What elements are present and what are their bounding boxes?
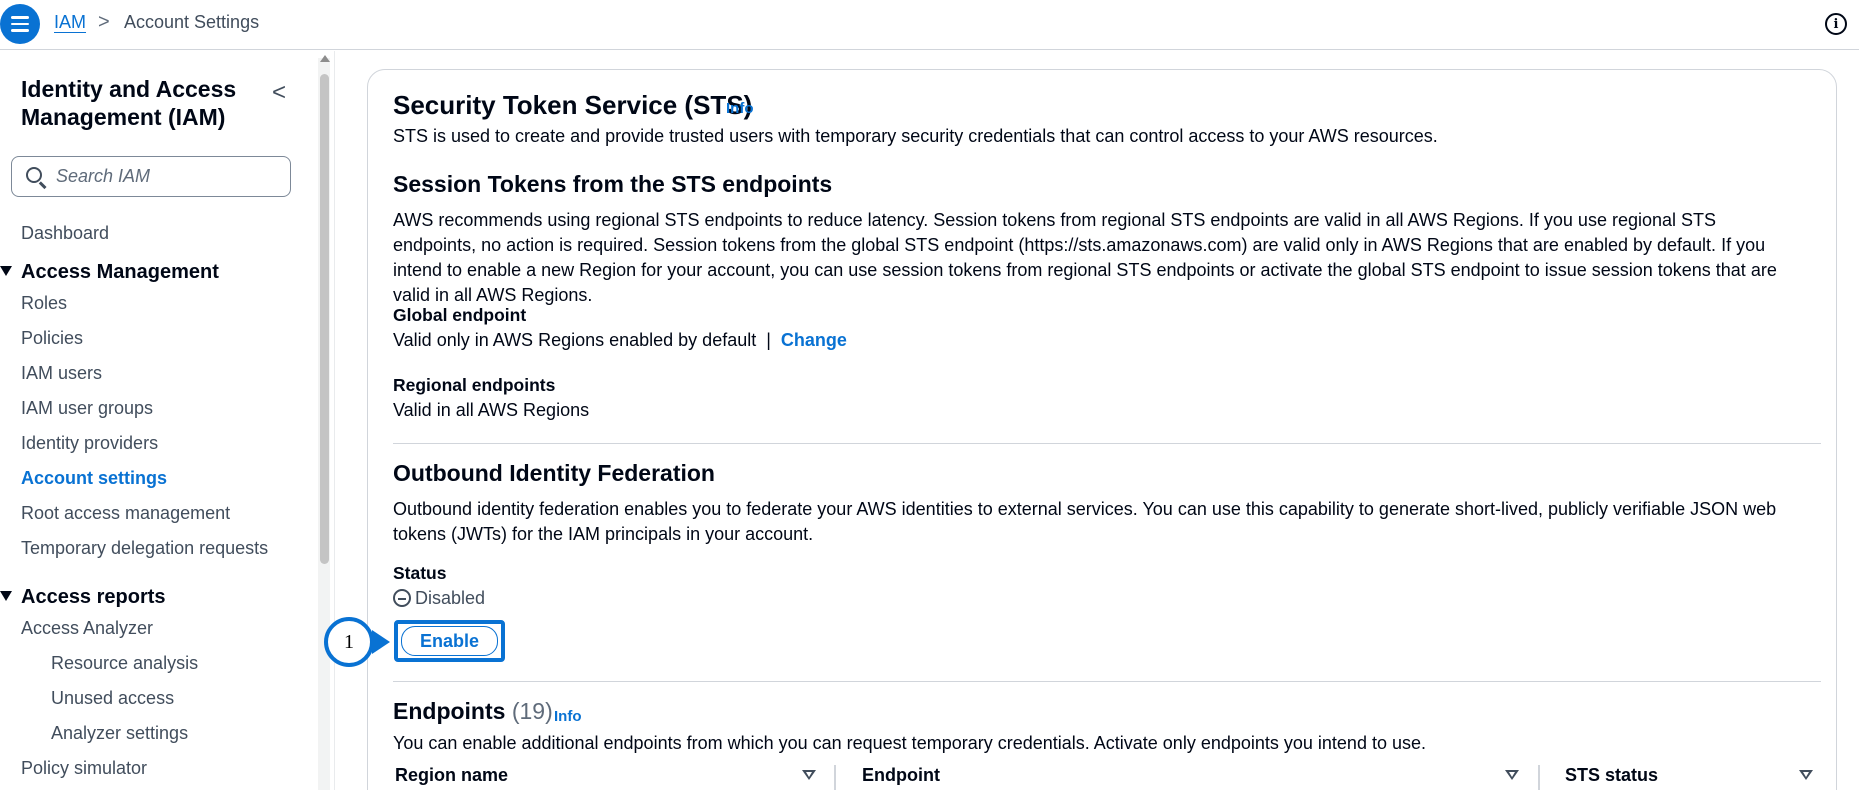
sidebar-item-iam-users[interactable]: IAM users <box>21 363 102 384</box>
sts-description: STS is used to create and provide truste… <box>393 126 1438 146</box>
sidebar-item-policy-simulator[interactable]: Policy simulator <box>21 758 147 779</box>
outbound-title: Outbound Identity Federation <box>393 460 715 486</box>
callout-arrow-icon <box>372 630 390 654</box>
sts-info-link[interactable]: Info <box>726 100 754 117</box>
sidebar-item-access-analyzer[interactable]: Access Analyzer <box>21 618 153 639</box>
breadcrumb-current: Account Settings <box>124 12 260 32</box>
endpoints-title: Endpoints (19) <box>393 698 553 724</box>
session-tokens-description: AWS recommends using regional STS endpoi… <box>393 210 1777 305</box>
column-divider[interactable] <box>834 765 836 790</box>
section-divider <box>393 443 1821 444</box>
global-endpoint-label: Global endpoint <box>393 305 527 325</box>
column-header-sts-status[interactable]: STS status <box>1565 765 1658 786</box>
sidebar-item-identity-providers[interactable]: Identity providers <box>21 433 158 454</box>
chevron-right-icon: > <box>98 11 110 33</box>
disabled-status-icon <box>393 589 411 607</box>
status-value: Disabled <box>393 588 485 609</box>
collapse-sidebar-icon[interactable]: < <box>272 79 286 107</box>
sort-icon[interactable] <box>1505 770 1519 780</box>
sidebar-scrollbar-thumb[interactable] <box>320 74 329 564</box>
sidebar-item-temporary-delegation-requests[interactable]: Temporary delegation requests <box>21 538 268 559</box>
enable-button[interactable]: Enable <box>394 620 505 662</box>
sidebar-divider <box>334 51 335 790</box>
sidebar-item-dashboard[interactable]: Dashboard <box>21 223 109 244</box>
sidebar-item-roles[interactable]: Roles <box>21 293 67 314</box>
search-input[interactable] <box>56 165 276 187</box>
endpoints-table-header: Region name Endpoint STS status <box>393 765 1821 790</box>
sidebar: Identity and Access Management (IAM) < D… <box>0 51 320 790</box>
sort-icon[interactable] <box>1799 770 1813 780</box>
change-link[interactable]: Change <box>781 330 847 350</box>
sort-icon[interactable] <box>802 770 816 780</box>
info-icon[interactable]: i <box>1825 13 1847 35</box>
section-divider <box>393 681 1821 682</box>
endpoints-count: (19) <box>511 698 553 724</box>
sidebar-section-access-reports[interactable]: Access reports <box>0 586 166 609</box>
regional-endpoints-label: Regional endpoints <box>393 375 556 395</box>
global-endpoint-value: Valid only in AWS Regions enabled by def… <box>393 330 847 350</box>
scroll-up-arrow-icon[interactable] <box>320 55 330 62</box>
sidebar-item-policies[interactable]: Policies <box>21 328 83 349</box>
sidebar-item-analyzer-settings[interactable]: Analyzer settings <box>51 723 188 744</box>
caret-down-icon <box>0 266 12 276</box>
sidebar-item-resource-analysis[interactable]: Resource analysis <box>51 653 198 674</box>
sidebar-item-iam-user-groups[interactable]: IAM user groups <box>21 398 153 419</box>
column-header-region-name[interactable]: Region name <box>395 765 508 786</box>
breadcrumb-iam-link[interactable]: IAM <box>54 12 86 33</box>
endpoints-info-link[interactable]: Info <box>554 708 582 725</box>
endpoints-description: You can enable additional endpoints from… <box>393 733 1426 753</box>
session-tokens-title: Session Tokens from the STS endpoints <box>393 171 833 197</box>
search-box[interactable] <box>11 156 291 197</box>
sts-title: Security Token Service (STS) <box>393 90 753 120</box>
outbound-description: Outbound identity federation enables you… <box>393 499 1777 544</box>
column-header-endpoint[interactable]: Endpoint <box>862 765 940 786</box>
caret-down-icon <box>0 591 12 601</box>
sidebar-item-root-access-management[interactable]: Root access management <box>21 503 230 524</box>
regional-endpoints-value: Valid in all AWS Regions <box>393 400 590 420</box>
menu-icon[interactable] <box>0 4 40 44</box>
callout-badge: 1 <box>324 617 374 667</box>
search-icon <box>26 167 42 183</box>
sidebar-item-account-settings[interactable]: Account settings <box>21 468 167 489</box>
status-label: Status <box>393 563 447 583</box>
column-divider[interactable] <box>1538 765 1540 790</box>
sidebar-section-access-management[interactable]: Access Management <box>0 261 219 284</box>
top-bar: IAM > Account Settings i <box>0 0 1859 50</box>
sidebar-title: Identity and Access Management (IAM) <box>21 76 237 130</box>
sidebar-item-unused-access[interactable]: Unused access <box>51 688 174 709</box>
